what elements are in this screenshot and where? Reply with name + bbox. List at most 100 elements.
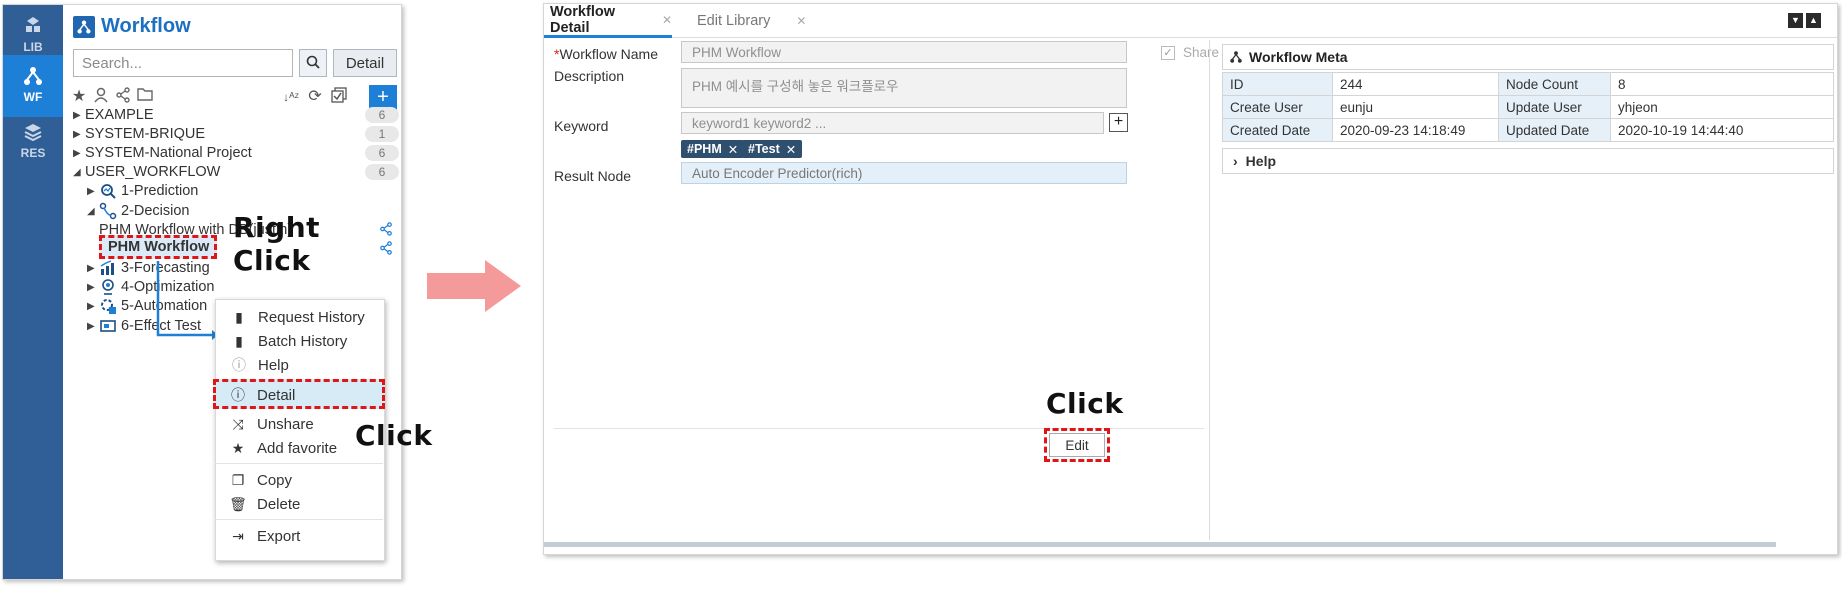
rail-label-lib: LIB bbox=[23, 40, 43, 54]
keyword-label: Keyword bbox=[554, 118, 609, 134]
menu-item-help[interactable]: ⓘ Help bbox=[216, 352, 384, 378]
export-icon: ⇥ bbox=[232, 527, 244, 544]
rail-label-wf: WF bbox=[23, 90, 43, 104]
tree-item-label: 2-Decision bbox=[121, 203, 190, 219]
close-icon[interactable]: ✕ bbox=[796, 14, 806, 28]
menu-item-request-history[interactable]: ▮ Request History bbox=[216, 304, 384, 330]
unshare-icon: ⤨ bbox=[232, 415, 244, 432]
refresh-icon[interactable]: ⟳ bbox=[305, 87, 325, 107]
tree-item-label: 1-Prediction bbox=[121, 183, 199, 199]
chevron-up-icon[interactable]: ▲ bbox=[1806, 13, 1821, 28]
chevron-down-icon[interactable]: ▼ bbox=[1788, 13, 1803, 28]
detail-search-button[interactable]: Detail bbox=[333, 49, 397, 77]
tree-item-label: USER_WORKFLOW bbox=[85, 164, 221, 180]
close-icon[interactable]: ✕ bbox=[728, 142, 738, 157]
tree-item-system-brique[interactable]: ▶ SYSTEM-BRIQUE 1 bbox=[73, 124, 399, 144]
tree-item-example[interactable]: ▶ EXAMPLE 6 bbox=[73, 105, 399, 125]
edit-button[interactable]: Edit bbox=[1049, 433, 1105, 457]
keyword-input[interactable]: keyword1 keyword2 ... bbox=[681, 112, 1104, 134]
share-icon[interactable] bbox=[113, 87, 133, 107]
chart-icon bbox=[100, 260, 114, 275]
search-button[interactable] bbox=[299, 49, 327, 77]
panel-title: Workflow bbox=[73, 15, 191, 38]
rail-item-res[interactable]: RES bbox=[3, 111, 63, 173]
star-icon: ★ bbox=[231, 439, 245, 456]
keyword-chip-label: #Test bbox=[748, 142, 780, 156]
flow-arrow bbox=[427, 260, 521, 312]
tab-workflow-detail[interactable]: Workflow Detail ✕ bbox=[544, 4, 672, 38]
scrollbar[interactable] bbox=[544, 542, 1776, 547]
workflow-meta-table: ID 244 Node Count 8 Create User eunju Up… bbox=[1222, 72, 1834, 142]
keyword-placeholder: keyword1 keyword2 ... bbox=[692, 115, 827, 131]
menu-item-label: Detail bbox=[257, 386, 296, 404]
count-badge: 6 bbox=[365, 107, 399, 123]
meta-value: 8 bbox=[1610, 72, 1834, 96]
tree-item-user-workflow[interactable]: ◢ USER_WORKFLOW 6 bbox=[73, 162, 399, 182]
menu-item-label: Help bbox=[258, 356, 289, 374]
count-badge: 6 bbox=[365, 164, 399, 180]
workflow-panel: LIB WF RES Workflow Detail ★ bbox=[2, 4, 432, 580]
count-badge: 1 bbox=[365, 126, 399, 142]
meta-key: Update User bbox=[1498, 95, 1611, 119]
menu-item-label: Request History bbox=[258, 308, 365, 326]
result-node-field[interactable]: Auto Encoder Predictor(rich) bbox=[681, 162, 1127, 184]
check-all-icon[interactable] bbox=[329, 87, 349, 107]
prediction-icon bbox=[101, 184, 116, 199]
share-checkbox[interactable]: ✓ Share bbox=[1161, 45, 1219, 60]
automation-icon bbox=[101, 299, 116, 314]
tree-item-prediction[interactable]: ▶ 1-Prediction bbox=[87, 181, 198, 201]
caret-right-icon: ▶ bbox=[87, 320, 95, 332]
description-field[interactable]: PHM 예시를 구성해 놓은 워크플로우 bbox=[681, 68, 1127, 108]
meta-value: yhjeon bbox=[1610, 95, 1834, 119]
menu-item-label: Export bbox=[257, 527, 301, 545]
workflow-name-label: *Workflow Name bbox=[554, 46, 658, 62]
close-icon[interactable]: ✕ bbox=[662, 13, 672, 27]
menu-item-delete[interactable]: 🗑 Delete bbox=[215, 491, 383, 517]
menu-divider bbox=[215, 463, 383, 464]
caret-right-icon: ▶ bbox=[73, 147, 81, 159]
tree-item-label: EXAMPLE bbox=[85, 107, 154, 123]
caret-down-icon: ◢ bbox=[87, 205, 95, 217]
close-icon[interactable]: ✕ bbox=[786, 142, 796, 157]
menu-item-export[interactable]: ⇥ Export bbox=[215, 523, 383, 549]
callout-click-menu: Click bbox=[355, 419, 433, 452]
optimization-icon bbox=[102, 279, 114, 295]
meta-key: Created Date bbox=[1222, 118, 1333, 142]
table-row: ID 244 Node Count 8 bbox=[1222, 72, 1834, 96]
menu-item-label: Batch History bbox=[258, 332, 348, 350]
caret-right-icon: ▶ bbox=[87, 300, 95, 312]
result-node-value: Auto Encoder Predictor(rich) bbox=[692, 165, 863, 181]
menu-item-label: Delete bbox=[257, 495, 301, 513]
tree-leaf-phm-workflow-selected[interactable]: PHM Workflow bbox=[99, 235, 217, 259]
tab-edit-library[interactable]: Edit Library ✕ bbox=[689, 4, 809, 38]
caret-right-icon: ▶ bbox=[73, 128, 81, 140]
table-row: Created Date 2020-09-23 14:18:49 Updated… bbox=[1222, 118, 1834, 142]
result-node-label: Result Node bbox=[554, 168, 632, 184]
folder-icon[interactable] bbox=[135, 87, 155, 107]
keyword-chip-test: #Test ✕ bbox=[742, 140, 803, 158]
workflow-name-value: PHM Workflow bbox=[692, 44, 782, 60]
tree-item-decision[interactable]: ◢ 2-Decision bbox=[87, 201, 190, 221]
search-input[interactable] bbox=[73, 49, 293, 77]
menu-item-batch-history[interactable]: ▮ Batch History bbox=[216, 328, 384, 354]
caret-right-icon: ▶ bbox=[87, 281, 95, 293]
share-label: Share bbox=[1183, 45, 1220, 60]
add-keyword-button[interactable]: + bbox=[1109, 113, 1128, 132]
caret-right-icon: ▶ bbox=[87, 262, 95, 274]
user-icon[interactable] bbox=[91, 87, 111, 107]
document-icon: ▮ bbox=[235, 332, 243, 349]
menu-item-detail[interactable]: ⓘ Detail bbox=[213, 379, 385, 409]
sort-az-icon[interactable]: ↓ᴬᶻ bbox=[281, 87, 301, 107]
menu-item-copy[interactable]: ❐ Copy bbox=[215, 467, 383, 493]
tree-item-system-national-project[interactable]: ▶ SYSTEM-National Project 6 bbox=[73, 143, 399, 163]
workflow-name-field[interactable]: PHM Workflow bbox=[681, 41, 1127, 63]
tree-item-label: SYSTEM-BRIQUE bbox=[85, 126, 206, 142]
star-icon[interactable]: ★ bbox=[69, 87, 89, 107]
rail-item-wf[interactable]: WF bbox=[3, 55, 63, 117]
help-icon: ⓘ bbox=[232, 357, 246, 373]
help-section-toggle[interactable]: › Help bbox=[1222, 148, 1834, 174]
panel-divider bbox=[1209, 40, 1210, 540]
meta-key: Updated Date bbox=[1498, 118, 1611, 142]
connector-arrow bbox=[156, 261, 218, 340]
callout-click-edit: Click bbox=[1046, 387, 1124, 420]
